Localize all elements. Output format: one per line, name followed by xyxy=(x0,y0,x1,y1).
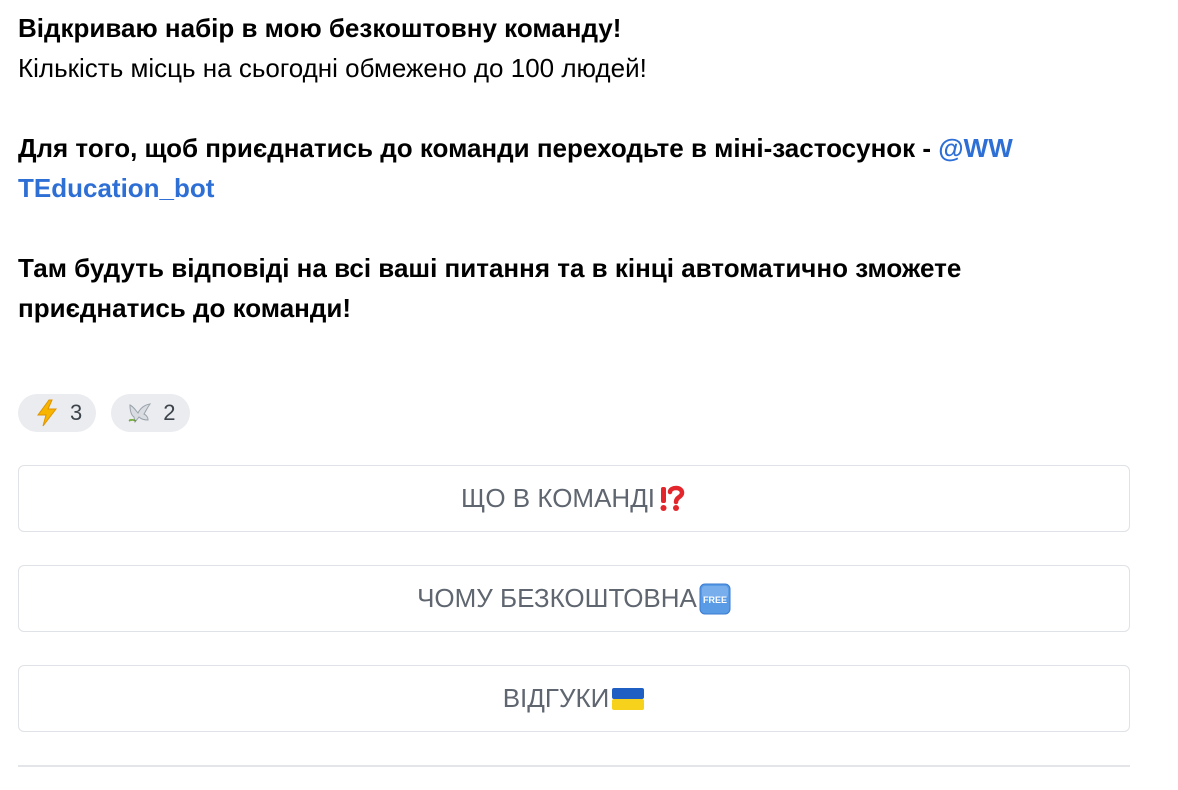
message-line-answers: Там будуть відповіді на всі ваші питання… xyxy=(18,253,962,283)
divider xyxy=(18,765,1130,767)
exclamation-question-icon xyxy=(657,484,687,514)
bot-link-part2[interactable]: TEducation_bot xyxy=(18,168,1128,208)
ukraine-flag-icon xyxy=(611,686,645,712)
inline-keyboard: ЩО В КОМАНДІ ЧОМУ БЕЗКОШТОВНА FREE ВІДГУ… xyxy=(18,465,1130,765)
message-line-limit: Кількість місць на сьогодні обмежено до … xyxy=(18,53,647,83)
message-line-title: Відкриваю набір в мою безкоштовну команд… xyxy=(18,13,622,43)
reactions-bar: 3 2 xyxy=(18,394,190,432)
lightning-icon xyxy=(32,398,62,428)
dove-icon xyxy=(125,398,155,428)
reaction-lightning[interactable]: 3 xyxy=(18,394,97,432)
message-line-join: Для того, щоб приєднатись до команди пер… xyxy=(18,128,1128,168)
reaction-dove[interactable]: 2 xyxy=(111,394,190,432)
join-text: Для того, щоб приєднатись до команди пер… xyxy=(18,133,939,163)
message-line-join-team: приєднатись до команди! xyxy=(18,293,351,323)
button-label: ЩО В КОМАНДІ xyxy=(460,483,656,513)
button-label: ЧОМУ БЕЗКОШТОВНА xyxy=(417,583,697,613)
reaction-count: 2 xyxy=(163,400,176,425)
message-text: Відкриваю набір в мою безкоштовну команд… xyxy=(18,8,1128,328)
reviews-button[interactable]: ВІДГУКИ xyxy=(18,665,1130,732)
reaction-count: 3 xyxy=(70,400,83,425)
why-free-button[interactable]: ЧОМУ БЕЗКОШТОВНА FREE xyxy=(18,565,1130,632)
free-icon: FREE xyxy=(699,583,731,615)
button-label: ВІДГУКИ xyxy=(502,683,610,713)
team-info-button[interactable]: ЩО В КОМАНДІ xyxy=(18,465,1130,532)
bot-link-part1[interactable]: @WW xyxy=(938,133,1012,163)
svg-text:FREE: FREE xyxy=(703,595,727,605)
